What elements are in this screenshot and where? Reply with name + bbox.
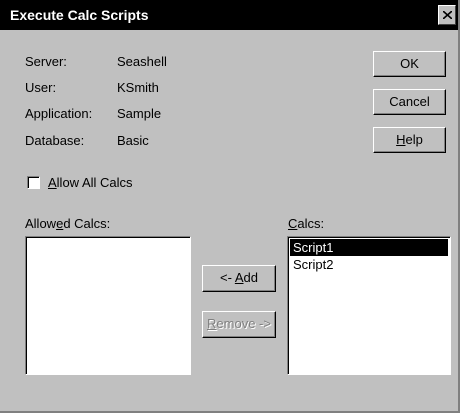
user-value: KSmith — [117, 80, 159, 95]
cancel-button[interactable]: Cancel — [373, 89, 446, 115]
allowed-calcs-label: Allowed Calcs: — [25, 216, 110, 231]
add-label-rest: dd — [243, 270, 258, 285]
remove-mnemonic: R — [207, 316, 217, 331]
calcs-list-item[interactable]: Script1 — [290, 239, 448, 256]
add-button[interactable]: <- Add — [202, 265, 276, 292]
remove-label-rest: emove -> — [216, 316, 271, 331]
help-mnemonic: H — [396, 132, 406, 147]
calcs-listbox[interactable]: Script1 Script2 — [287, 236, 451, 375]
help-button[interactable]: Help — [373, 127, 446, 153]
user-label: User: — [25, 80, 57, 95]
server-label: Server: — [25, 54, 67, 69]
execute-calc-scripts-dialog: Execute Calc Scripts Server: Seashell Us… — [0, 0, 460, 413]
ok-button[interactable]: OK — [373, 51, 446, 77]
remove-button[interactable]: Remove -> — [202, 311, 276, 338]
help-label-rest: elp — [405, 132, 423, 147]
add-mnemonic: A — [234, 270, 244, 285]
add-arrow-prefix: <- — [220, 270, 235, 285]
application-label: Application: — [25, 106, 93, 121]
calcs-list-item[interactable]: Script2 — [290, 256, 448, 273]
title-bar[interactable]: Execute Calc Scripts — [0, 0, 458, 30]
close-icon — [443, 11, 452, 19]
database-value: Basic — [117, 133, 149, 148]
calcs-label-rest: alcs: — [297, 216, 325, 231]
application-value: Sample — [117, 106, 162, 121]
allow-all-calcs-checkbox[interactable] — [27, 176, 40, 189]
allow-all-mnemonic: A — [48, 175, 57, 190]
allow-all-calcs-label[interactable]: Allow All Calcs — [48, 175, 133, 190]
allow-all-label-rest: llow All Calcs — [56, 175, 133, 190]
calcs-mnemonic: C — [288, 216, 298, 231]
window-title: Execute Calc Scripts — [10, 7, 149, 23]
close-button[interactable] — [438, 5, 456, 25]
database-label: Database: — [25, 133, 85, 148]
allowed-calcs-listbox[interactable] — [25, 236, 191, 375]
allowed-calcs-label-post: d Calcs: — [63, 216, 111, 231]
server-value: Seashell — [117, 54, 167, 69]
allowed-calcs-label-pre: Allow — [25, 216, 57, 231]
calcs-label: Calcs: — [288, 216, 324, 231]
